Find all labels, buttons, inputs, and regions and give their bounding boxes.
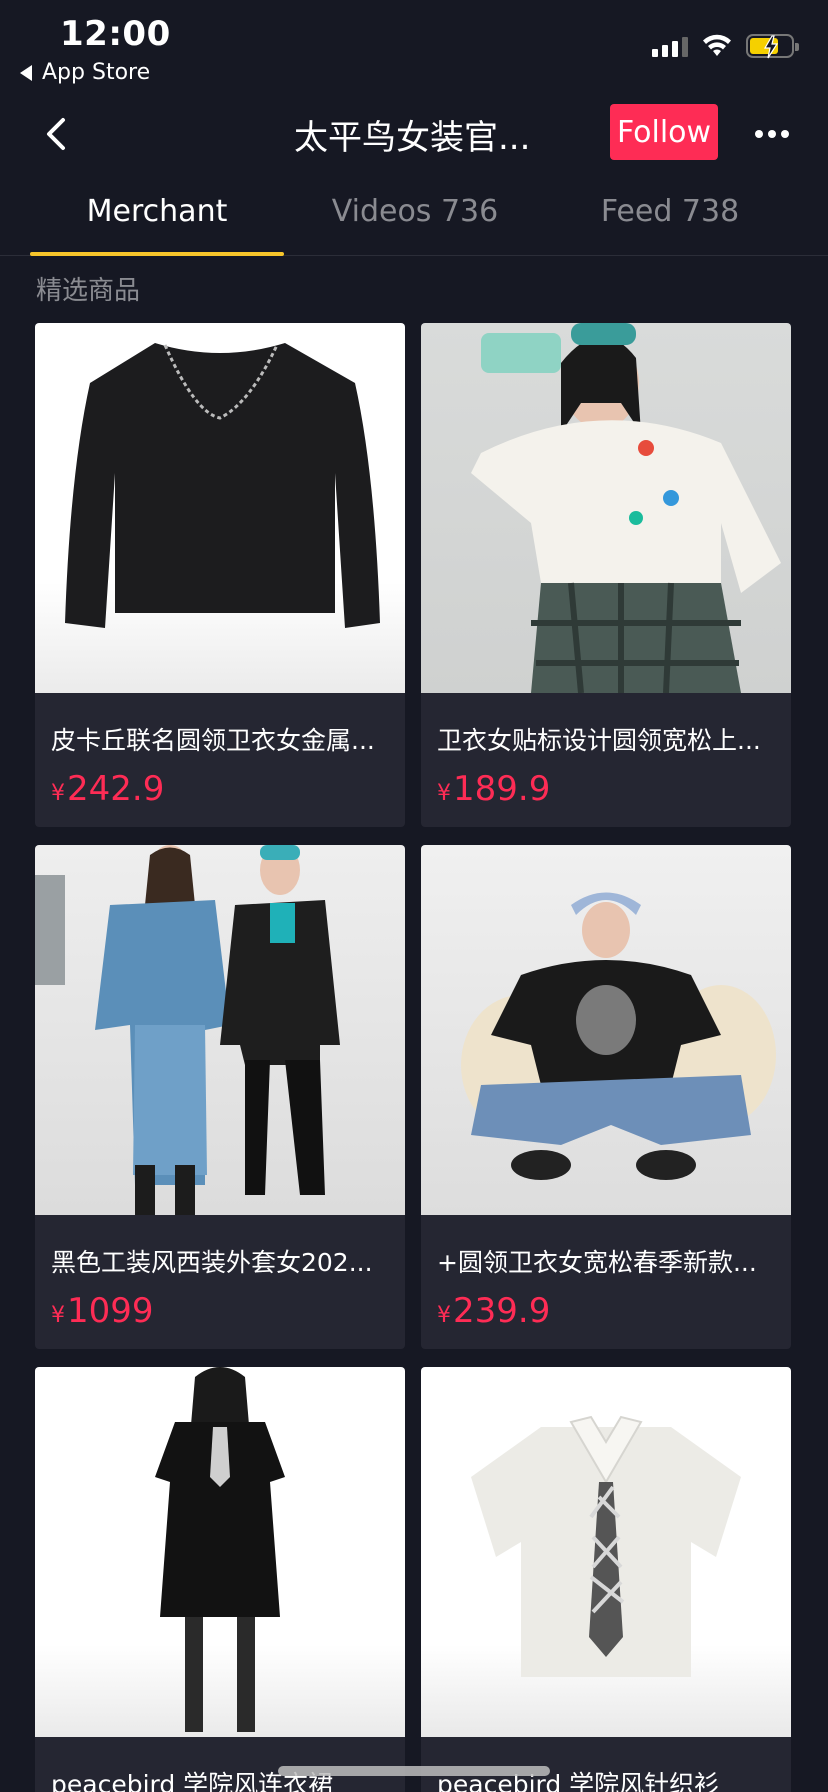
tab-videos[interactable]: Videos 736 bbox=[300, 194, 530, 229]
tab-feed[interactable]: Feed 738 bbox=[560, 194, 780, 229]
product-price: ¥ 242.9 bbox=[51, 769, 165, 809]
product-image-bear-sweatshirt[interactable] bbox=[421, 845, 791, 1215]
signal-icon bbox=[652, 35, 688, 57]
product-card[interactable]: +圆领卫衣女宽松春季新款... ¥ 239.9 bbox=[421, 845, 791, 1349]
profile-tabs: Merchant Videos 736 Feed 738 bbox=[0, 176, 828, 256]
product-image-black-sweatshirt[interactable] bbox=[35, 323, 405, 693]
status-bar: 12:00 App Store bbox=[0, 0, 828, 92]
top-nav-bar: 太平鸟女装官... Follow bbox=[0, 92, 828, 176]
more-dots-icon bbox=[755, 130, 763, 138]
product-title: 卫衣女贴标设计圆领宽松上... bbox=[437, 726, 761, 755]
product-title: 黑色工装风西装外套女202... bbox=[51, 1248, 373, 1277]
back-button[interactable] bbox=[36, 112, 76, 156]
follow-button[interactable]: Follow bbox=[610, 104, 718, 160]
tab-merchant[interactable]: Merchant bbox=[30, 194, 284, 229]
home-indicator bbox=[278, 1766, 550, 1776]
product-card[interactable]: 皮卡丘联名圆领卫衣女金属... ¥ 242.9 bbox=[35, 323, 405, 827]
battery-charging-icon bbox=[746, 34, 799, 59]
product-image-polo-tie[interactable] bbox=[421, 1367, 791, 1737]
product-price: ¥ 189.9 bbox=[437, 769, 551, 809]
status-time: 12:00 bbox=[60, 14, 171, 54]
wifi-icon bbox=[703, 34, 731, 56]
chevron-left-icon bbox=[47, 118, 65, 150]
product-card[interactable]: peacebird 学院风针织衫 bbox=[421, 1367, 791, 1792]
back-app-label: App Store bbox=[42, 60, 151, 85]
product-card[interactable]: peacebird 学院风连衣裙 bbox=[35, 1367, 405, 1792]
product-price: ¥ 239.9 bbox=[437, 1291, 551, 1331]
product-card[interactable]: 卫衣女贴标设计圆领宽松上... ¥ 189.9 bbox=[421, 323, 791, 827]
store-title: 太平鸟女装官... bbox=[294, 118, 531, 158]
active-tab-indicator bbox=[30, 252, 284, 256]
section-label: 精选商品 bbox=[36, 276, 141, 306]
back-to-app-store[interactable]: App Store bbox=[20, 60, 150, 85]
product-image-white-sweatshirt[interactable] bbox=[421, 323, 791, 693]
product-card[interactable]: 黑色工装风西装外套女202... ¥ 1099 bbox=[35, 845, 405, 1349]
more-options-button[interactable] bbox=[752, 114, 792, 154]
product-price: ¥ 1099 bbox=[51, 1291, 154, 1331]
product-image-black-dress[interactable] bbox=[35, 1367, 405, 1737]
product-image-blazers[interactable] bbox=[35, 845, 405, 1215]
status-icons bbox=[652, 34, 799, 59]
back-triangle-icon bbox=[20, 64, 32, 81]
product-title: +圆领卫衣女宽松春季新款... bbox=[437, 1248, 757, 1277]
product-title: 皮卡丘联名圆领卫衣女金属... bbox=[51, 726, 375, 755]
